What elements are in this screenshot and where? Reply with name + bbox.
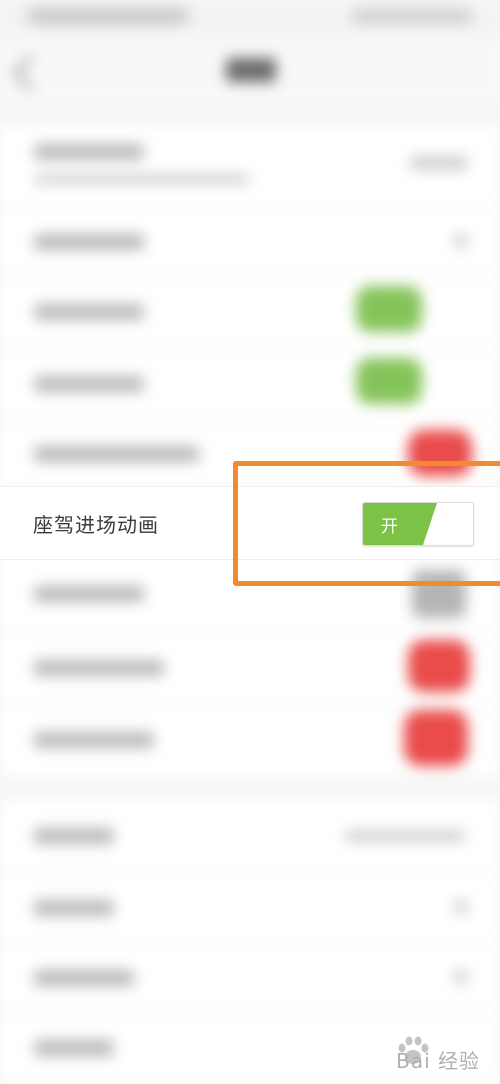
settings-row[interactable] bbox=[0, 632, 500, 705]
settings-row[interactable] bbox=[0, 872, 500, 943]
settings-row[interactable] bbox=[0, 800, 500, 873]
settings-group-1 bbox=[0, 126, 500, 776]
settings-row[interactable] bbox=[0, 704, 500, 776]
settings-screen: 座驾进场动画 开 Bai 经验 bbox=[0, 0, 500, 1084]
entrance-animation-label: 座驾进场动画 bbox=[33, 513, 159, 537]
back-arrow-icon[interactable] bbox=[12, 54, 50, 92]
status-bar bbox=[0, 0, 500, 36]
settings-row[interactable] bbox=[0, 126, 500, 207]
settings-row[interactable] bbox=[0, 206, 500, 277]
nav-bar bbox=[0, 36, 500, 104]
settings-row[interactable] bbox=[0, 942, 500, 1013]
status-bar-left bbox=[28, 8, 188, 24]
settings-row[interactable] bbox=[0, 276, 500, 349]
status-bar-right bbox=[352, 9, 472, 23]
page-title bbox=[226, 58, 276, 82]
highlight-annotation-box bbox=[233, 461, 500, 586]
watermark-text: Bai 经验 bbox=[396, 1049, 480, 1073]
settings-row[interactable] bbox=[0, 348, 500, 421]
